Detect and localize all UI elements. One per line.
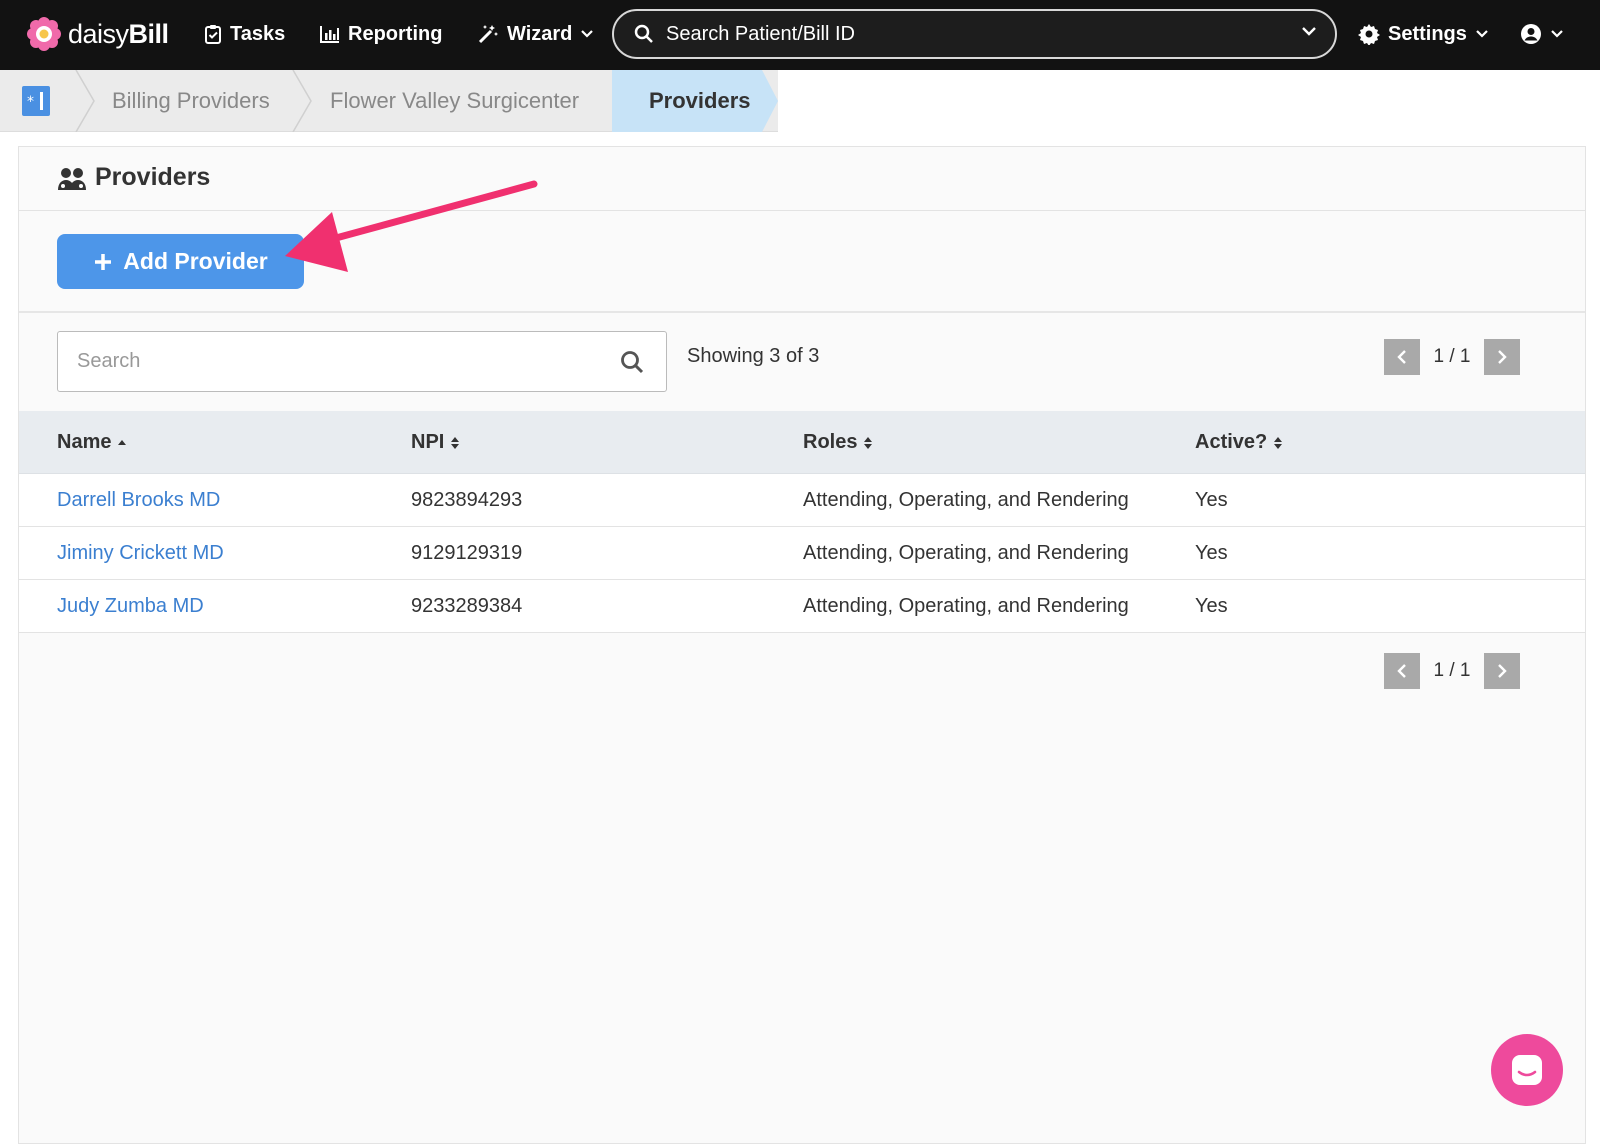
- svg-text:*: *: [27, 94, 34, 110]
- plus-icon: [95, 253, 112, 270]
- daisy-flower-icon: [27, 17, 61, 51]
- search-placeholder: Search Patient/Bill ID: [666, 22, 855, 45]
- nav-wizard-label: Wizard: [507, 22, 573, 45]
- add-provider-area: Add Provider: [19, 211, 1585, 313]
- search-icon[interactable]: [620, 350, 644, 374]
- providers-table: Name NPI Roles Active? Darrell Brooks MD…: [19, 411, 1585, 633]
- table-row: Judy Zumba MD 9233289384 Attending, Oper…: [19, 580, 1585, 633]
- search-input-placeholder: Search: [77, 350, 141, 372]
- next-page-button[interactable]: [1484, 653, 1520, 689]
- provider-npi: 9129129319: [411, 542, 523, 564]
- provider-roles: Attending, Operating, and Rendering: [803, 489, 1129, 511]
- table-row: Jiminy Crickett MD 9129129319 Attending,…: [19, 527, 1585, 580]
- top-navbar: daisyBill Tasks Reporting Wizard Search …: [0, 0, 1600, 70]
- breadcrumb-flower-valley-surgicenter[interactable]: Flower Valley Surgicenter: [330, 70, 579, 132]
- nav-settings-dropdown[interactable]: Settings: [1358, 20, 1489, 48]
- pager-bottom: 1 / 1: [1384, 653, 1520, 689]
- chevron-left-icon: [1397, 350, 1406, 364]
- user-circle-icon: [1521, 24, 1541, 44]
- provider-active: Yes: [1195, 489, 1228, 511]
- patient-bill-search[interactable]: Search Patient/Bill ID: [612, 9, 1337, 59]
- prev-page-button[interactable]: [1384, 339, 1420, 375]
- breadcrumb-billing-providers[interactable]: Billing Providers: [112, 70, 270, 132]
- provider-active: Yes: [1195, 542, 1228, 564]
- provider-name-link[interactable]: Darrell Brooks MD: [57, 489, 220, 512]
- provider-npi: 9233289384: [411, 595, 523, 617]
- page-indicator: 1 / 1: [1433, 346, 1471, 367]
- add-provider-button[interactable]: Add Provider: [57, 234, 304, 289]
- breadcrumb-active-arrow: [762, 70, 778, 132]
- breadcrumb-separator: [75, 70, 95, 132]
- brand-name: daisyBill: [68, 18, 169, 49]
- sort-asc-icon: [118, 439, 127, 445]
- provider-npi: 9823894293: [411, 489, 523, 511]
- chevron-down-icon: [1551, 30, 1563, 38]
- chevron-down-icon: [1476, 30, 1488, 38]
- provider-roles: Attending, Operating, and Rendering: [803, 542, 1129, 564]
- table-row: Darrell Brooks MD 9823894293 Attending, …: [19, 474, 1585, 527]
- column-npi-label: NPI: [411, 431, 445, 453]
- nav-reporting[interactable]: Reporting: [320, 20, 442, 48]
- column-name-header[interactable]: Name: [57, 431, 127, 454]
- nav-reporting-label: Reporting: [348, 22, 443, 45]
- clipboard-check-icon: [205, 25, 221, 44]
- sort-icon: [864, 436, 873, 449]
- nav-tasks-label: Tasks: [230, 22, 286, 45]
- magic-wand-icon: [478, 25, 498, 44]
- sort-icon: [451, 436, 460, 449]
- column-name-label: Name: [57, 431, 112, 453]
- provider-name-link[interactable]: Jiminy Crickett MD: [57, 542, 224, 565]
- nav-tasks[interactable]: Tasks: [204, 20, 285, 48]
- provider-name-link[interactable]: Judy Zumba MD: [57, 595, 204, 618]
- provider-search-input[interactable]: Search: [57, 331, 667, 392]
- column-npi-header[interactable]: NPI: [411, 431, 460, 454]
- prev-page-button[interactable]: [1384, 653, 1420, 689]
- nav-settings-label: Settings: [1388, 22, 1467, 45]
- column-active-label: Active?: [1195, 431, 1268, 453]
- chevron-down-icon[interactable]: [1301, 25, 1317, 37]
- page-indicator: 1 / 1: [1433, 660, 1471, 681]
- chevron-right-icon: [1498, 350, 1507, 364]
- chevron-right-icon: [1498, 664, 1507, 678]
- user-doctors-icon: [58, 168, 86, 190]
- column-active-header[interactable]: Active?: [1195, 431, 1283, 454]
- breadcrumb-separator: [292, 70, 312, 132]
- results-count: Showing 3 of 3: [687, 345, 820, 367]
- gear-icon: [1358, 24, 1380, 45]
- provider-roles: Attending, Operating, and Rendering: [803, 595, 1129, 617]
- pager-top: 1 / 1: [1384, 339, 1520, 375]
- user-account-dropdown[interactable]: [1520, 20, 1564, 48]
- next-page-button[interactable]: [1484, 339, 1520, 375]
- breadcrumb: * Billing Providers Flower Valley Surgic…: [0, 70, 1600, 132]
- breadcrumb-home-icon[interactable]: *: [22, 86, 50, 116]
- providers-panel: Providers Add Provider Search Showing 3 …: [18, 146, 1586, 1144]
- chat-launcher-button[interactable]: [1491, 1034, 1563, 1106]
- sort-icon: [1274, 436, 1283, 449]
- add-provider-label: Add Provider: [123, 248, 268, 274]
- chevron-down-icon: [581, 30, 594, 38]
- table-header: Name NPI Roles Active?: [19, 411, 1585, 474]
- chevron-left-icon: [1397, 664, 1406, 678]
- panel-header: Providers: [19, 147, 1585, 211]
- breadcrumb-providers: Providers: [649, 88, 751, 113]
- provider-active: Yes: [1195, 595, 1228, 617]
- column-roles-label: Roles: [803, 431, 858, 453]
- column-roles-header[interactable]: Roles: [803, 431, 873, 454]
- bar-chart-icon: [320, 26, 339, 43]
- chat-icon: [1512, 1055, 1542, 1085]
- search-icon: [634, 24, 653, 43]
- nav-wizard-dropdown[interactable]: Wizard: [477, 20, 594, 48]
- breadcrumb-filler: [778, 70, 1600, 132]
- daisybill-logo[interactable]: daisyBill: [26, 16, 169, 52]
- page-title: Providers: [95, 163, 211, 191]
